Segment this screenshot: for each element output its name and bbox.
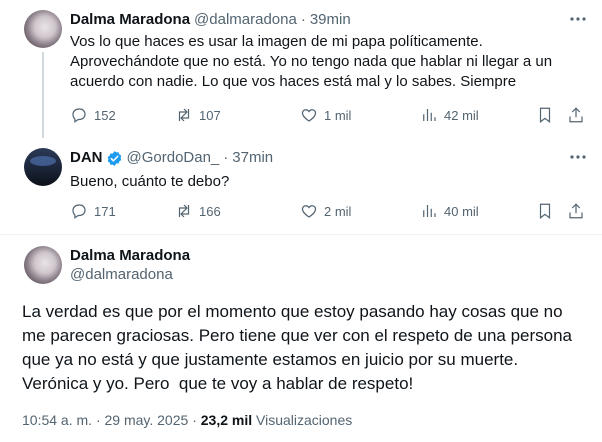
verified-badge-icon — [107, 150, 121, 166]
views-count: 23,2 mil — [200, 412, 253, 428]
views-label: Visualizaciones — [256, 412, 353, 428]
tweet-actions: 171 166 2 mil 40 mil — [70, 202, 560, 222]
share-icon — [569, 203, 583, 219]
separator: · — [300, 11, 306, 28]
bookmark-icon — [539, 203, 551, 219]
tweet-date[interactable]: 29 may. 2025 — [105, 412, 189, 428]
main-tweet-text: La verdad es que por el momento que esto… — [22, 302, 573, 393]
tweet-header: DAN @GordoDan_ · 37min — [70, 148, 273, 168]
author-handle[interactable]: @dalmaradona — [70, 265, 173, 285]
like-icon — [301, 205, 317, 218]
author-handle[interactable]: @GordoDan_ — [127, 148, 220, 168]
tweet-meta: 10:54 a. m. · 29 may. 2025 · 23,2 mil Vi… — [22, 412, 352, 428]
bookmark-button[interactable] — [536, 202, 554, 220]
tweet-actions: 152 107 1 mil 42 mil — [70, 106, 560, 126]
like-button[interactable]: 2 mil — [300, 202, 351, 220]
like-count: 2 mil — [324, 203, 352, 219]
avatar[interactable] — [24, 10, 62, 48]
tweet-1[interactable]: Dalma Maradona @dalmaradona · 39min Vos … — [0, 0, 602, 138]
retweet-count: 107 — [199, 107, 221, 123]
main-tweet-handle-row: @dalmaradona — [70, 265, 173, 285]
reply-icon — [72, 204, 86, 219]
more-icon[interactable] — [568, 10, 588, 30]
like-button[interactable]: 1 mil — [300, 106, 351, 124]
reply-count: 152 — [94, 107, 116, 123]
views-button[interactable]: 42 mil — [420, 106, 479, 124]
separator: · — [192, 412, 197, 428]
views-button[interactable]: 40 mil — [420, 202, 479, 220]
tweet-text: Bueno, cuánto te debo? — [70, 173, 230, 190]
share-icon — [569, 107, 583, 123]
separator: · — [223, 149, 229, 166]
bookmark-icon — [539, 107, 551, 123]
author-handle[interactable]: @dalmaradona — [194, 10, 297, 30]
views-count: 42 mil — [444, 107, 479, 123]
tweet-time[interactable]: 39min — [310, 10, 351, 30]
retweet-icon — [178, 204, 190, 218]
reply-icon — [72, 108, 86, 123]
avatar[interactable] — [24, 148, 62, 186]
retweet-count: 166 — [199, 203, 221, 219]
like-count: 1 mil — [324, 107, 352, 123]
avatar[interactable] — [24, 246, 62, 284]
retweet-button[interactable]: 107 — [175, 106, 221, 124]
main-tweet-name: Dalma Maradona — [70, 246, 190, 266]
author-name[interactable]: Dalma Maradona — [70, 10, 190, 30]
bookmark-button[interactable] — [536, 106, 554, 124]
tweet-header: Dalma Maradona @dalmaradona · 39min — [70, 10, 351, 30]
share-button[interactable] — [567, 202, 585, 220]
author-name[interactable]: DAN — [70, 148, 103, 168]
reply-button[interactable]: 152 — [70, 106, 116, 124]
reply-count: 171 — [94, 203, 116, 219]
tweet-timestamp[interactable]: 10:54 a. m. — [22, 412, 92, 428]
tweet-2[interactable]: DAN @GordoDan_ · 37min Bueno, cuánto te … — [0, 138, 602, 234]
retweet-button[interactable]: 166 — [175, 202, 221, 220]
reply-button[interactable]: 171 — [70, 202, 116, 220]
author-name[interactable]: Dalma Maradona — [70, 246, 190, 266]
tweet-text: Vos lo que haces es usar la imagen de mi… — [70, 33, 553, 90]
tweet-time[interactable]: 37min — [232, 148, 273, 168]
like-icon — [301, 109, 317, 122]
views-icon — [423, 109, 436, 121]
separator: · — [95, 412, 101, 428]
views-count: 40 mil — [444, 203, 479, 219]
views-icon — [423, 205, 436, 217]
thread-line — [42, 52, 44, 138]
retweet-icon — [178, 108, 190, 122]
share-button[interactable] — [567, 106, 585, 124]
more-icon[interactable] — [568, 148, 588, 168]
